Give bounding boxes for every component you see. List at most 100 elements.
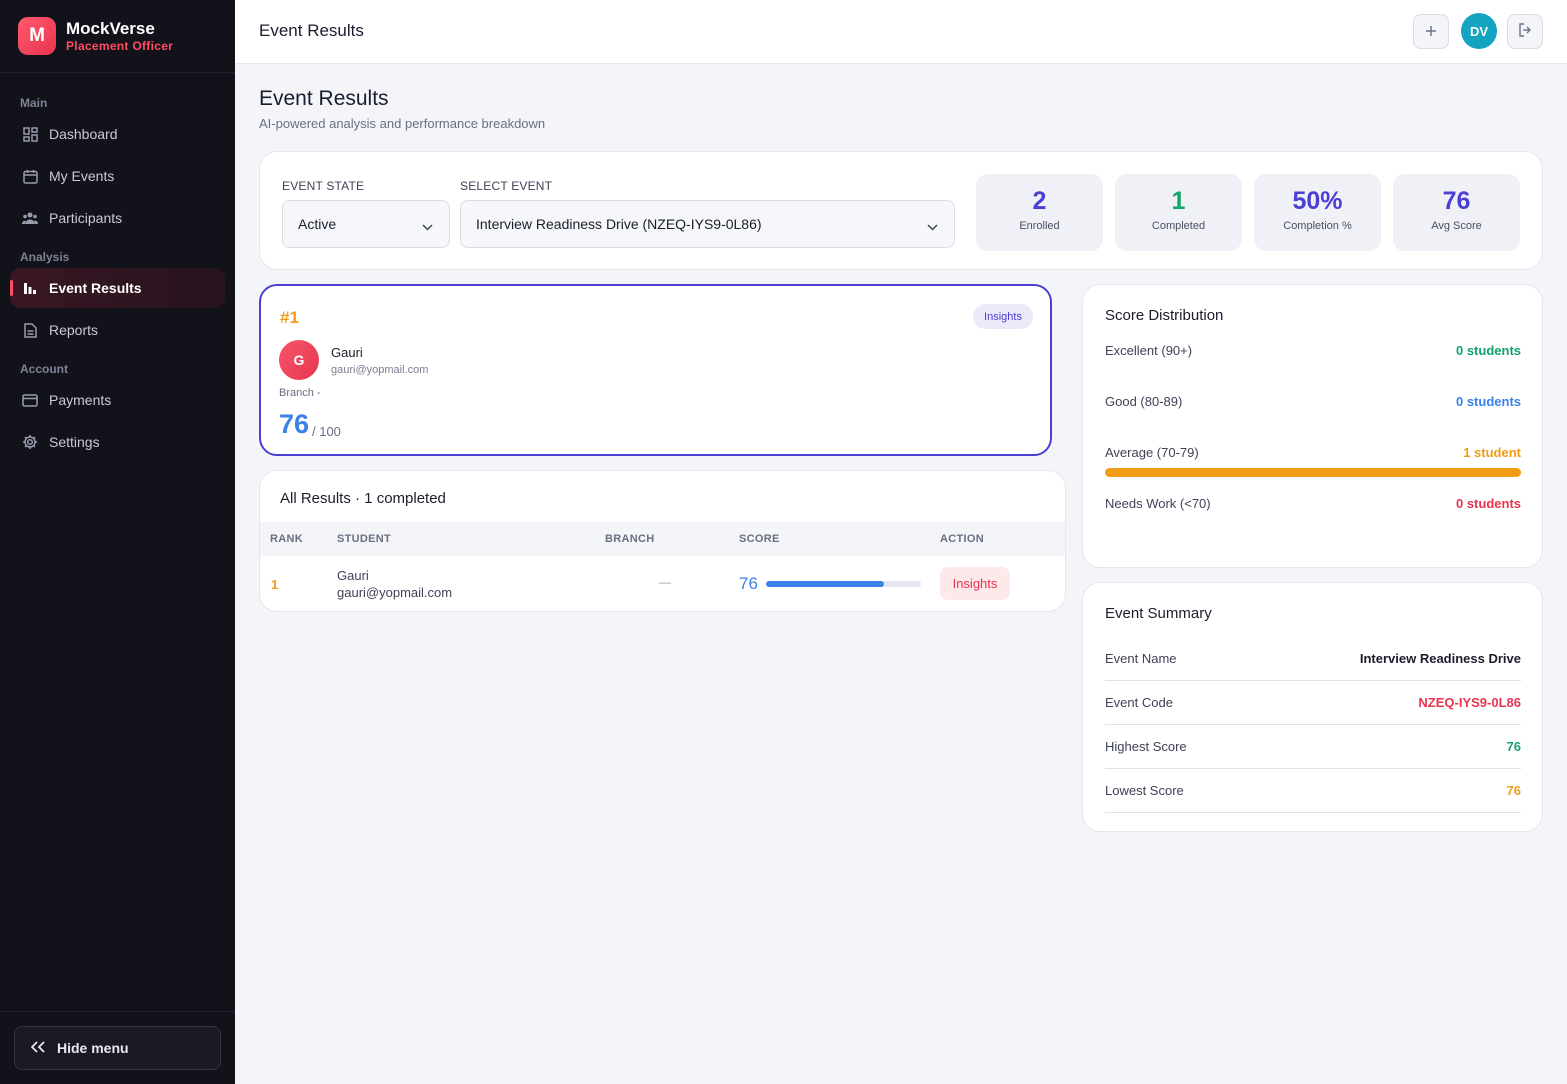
rank-badge: #1 [280,308,299,327]
summary-value: 76 [1506,739,1521,754]
distribution-label: Average (70-79) [1105,445,1199,460]
sidebar-item-reports[interactable]: Reports [10,310,225,350]
row-score: 76 [739,574,758,593]
sidebar-item-settings[interactable]: Settings [10,422,225,462]
chevrons-left-icon [30,1040,45,1056]
top-performer-card[interactable]: #1 Insights G Gauri gauri@yopmail.com Br… [259,284,1052,456]
event-state-value: Active [298,216,337,232]
row-student-name: Gauri [337,568,369,583]
stat-completion-percent: 50% Completion % [1254,174,1381,251]
stat-value: 2 [1032,187,1047,215]
column-header-rank: RANK [270,533,303,545]
brand-name: MockVerse [66,18,155,38]
stat-value: 76 [1442,187,1471,215]
section-label-analysis: Analysis [20,250,70,264]
chevron-down-icon [927,218,938,234]
summary-value: NZEQ-IYS9-0L86 [1418,695,1521,710]
event-summary-card: Event Summary Event Name Interview Readi… [1082,582,1543,832]
sidebar-item-label: Event Results [49,280,142,296]
score-bar-track [766,581,921,587]
distribution-value: 1 student [1463,445,1521,460]
topbar: Event Results DV [235,0,1567,64]
column-header-branch: BRANCH [605,533,655,545]
stat-label: Completed [1151,220,1206,232]
distribution-label: Good (80-89) [1105,394,1183,409]
summary-row-event-name: Event Name Interview Readiness Drive [1105,637,1521,681]
distribution-value: 0 students [1455,496,1521,511]
distribution-label: Needs Work (<70) [1105,496,1211,511]
brand-logo: M [18,17,56,55]
avatar[interactable]: DV [1461,13,1497,49]
stat-label: Enrolled [1019,220,1060,232]
stat-avg-score: 76 Avg Score [1393,174,1520,251]
sidebar-item-label: Dashboard [49,126,118,142]
stat-label: Completion % [1283,220,1352,232]
score-bar-fill [766,581,884,587]
column-header-score: SCORE [739,533,780,545]
results-title: All Results · 1 completed [280,490,446,507]
table-header: RANK STUDENT BRANCH SCORE ACTION [260,522,1065,556]
student-branch: Branch - [279,387,321,399]
sidebar-item-dashboard[interactable]: Dashboard [10,114,225,154]
topbar-title: Event Results [259,21,364,40]
insights-pill-button[interactable]: Insights [973,304,1033,329]
sidebar-item-event-results[interactable]: Event Results [10,268,225,308]
plus-icon [1425,21,1437,42]
sidebar-item-label: My Events [49,168,115,184]
distribution-value: 0 students [1455,343,1521,358]
logout-button[interactable] [1507,14,1543,49]
hide-menu-label: Hide menu [57,1040,129,1056]
row-student-email: gauri@yopmail.com [337,585,453,600]
distribution-title: Score Distribution [1105,307,1224,324]
chevron-down-icon [422,218,433,234]
sidebar-item-my-events[interactable]: My Events [10,156,225,196]
summary-row-lowest-score: Lowest Score 76 [1105,769,1521,813]
dashboard-icon [22,126,38,142]
sidebar-item-label: Payments [49,392,112,408]
logout-icon [1518,21,1532,42]
sidebar-item-participants[interactable]: Participants [10,198,225,238]
row-rank: 1 [271,577,279,592]
summary-row-event-code: Event Code NZEQ-IYS9-0L86 [1105,681,1521,725]
column-header-action: ACTION [940,533,984,545]
sidebar-item-label: Reports [49,322,99,338]
select-event-label: SELECT EVENT [460,179,553,193]
stat-value: 1 [1171,187,1186,215]
summary-label: Highest Score [1105,739,1187,754]
summary-value: Interview Readiness Drive [1359,651,1521,666]
stat-completed: 1 Completed [1115,174,1242,251]
row-branch: — [659,575,671,589]
calendar-icon [22,168,38,184]
summary-label: Event Name [1105,651,1177,666]
brand-role: Placement Officer [66,38,174,53]
brand[interactable]: M MockVerse Placement Officer [0,0,235,73]
document-icon [22,322,38,338]
sidebar-item-label: Participants [49,210,123,226]
distribution-label: Excellent (90+) [1105,343,1193,358]
column-header-student: STUDENT [337,533,392,545]
student-name: Gauri [331,345,363,360]
stat-value: 50% [1292,187,1343,215]
distribution-value: 0 students [1455,394,1521,409]
hide-menu-button[interactable]: Hide menu [14,1026,221,1070]
student-score: 76 [279,409,310,439]
sidebar-item-payments[interactable]: Payments [10,380,225,420]
page-title: Event Results [259,87,389,110]
users-icon [22,210,38,226]
select-event-select[interactable]: Interview Readiness Drive (NZEQ-IYS9-0L8… [460,200,955,248]
filter-card: EVENT STATE Active SELECT EVENT Intervie… [259,151,1543,270]
insights-button[interactable]: Insights [940,567,1010,600]
score-max: / 100 [312,424,341,439]
summary-value: 76 [1506,783,1521,798]
bar-chart-icon [22,280,38,296]
table-row[interactable]: 1 Gauri gauri@yopmail.com — 76 Insights [260,556,1065,611]
page-subtitle: AI-powered analysis and performance brea… [259,116,546,131]
stat-label: Avg Score [1431,220,1482,232]
section-label-account: Account [20,362,68,376]
score-distribution-card: Score Distribution Excellent (90+) 0 stu… [1082,284,1543,568]
add-button[interactable] [1413,14,1449,49]
section-label-main: Main [20,96,48,110]
event-state-select[interactable]: Active [282,200,450,248]
select-event-value: Interview Readiness Drive (NZEQ-IYS9-0L8… [476,216,762,232]
credit-card-icon [22,392,38,408]
